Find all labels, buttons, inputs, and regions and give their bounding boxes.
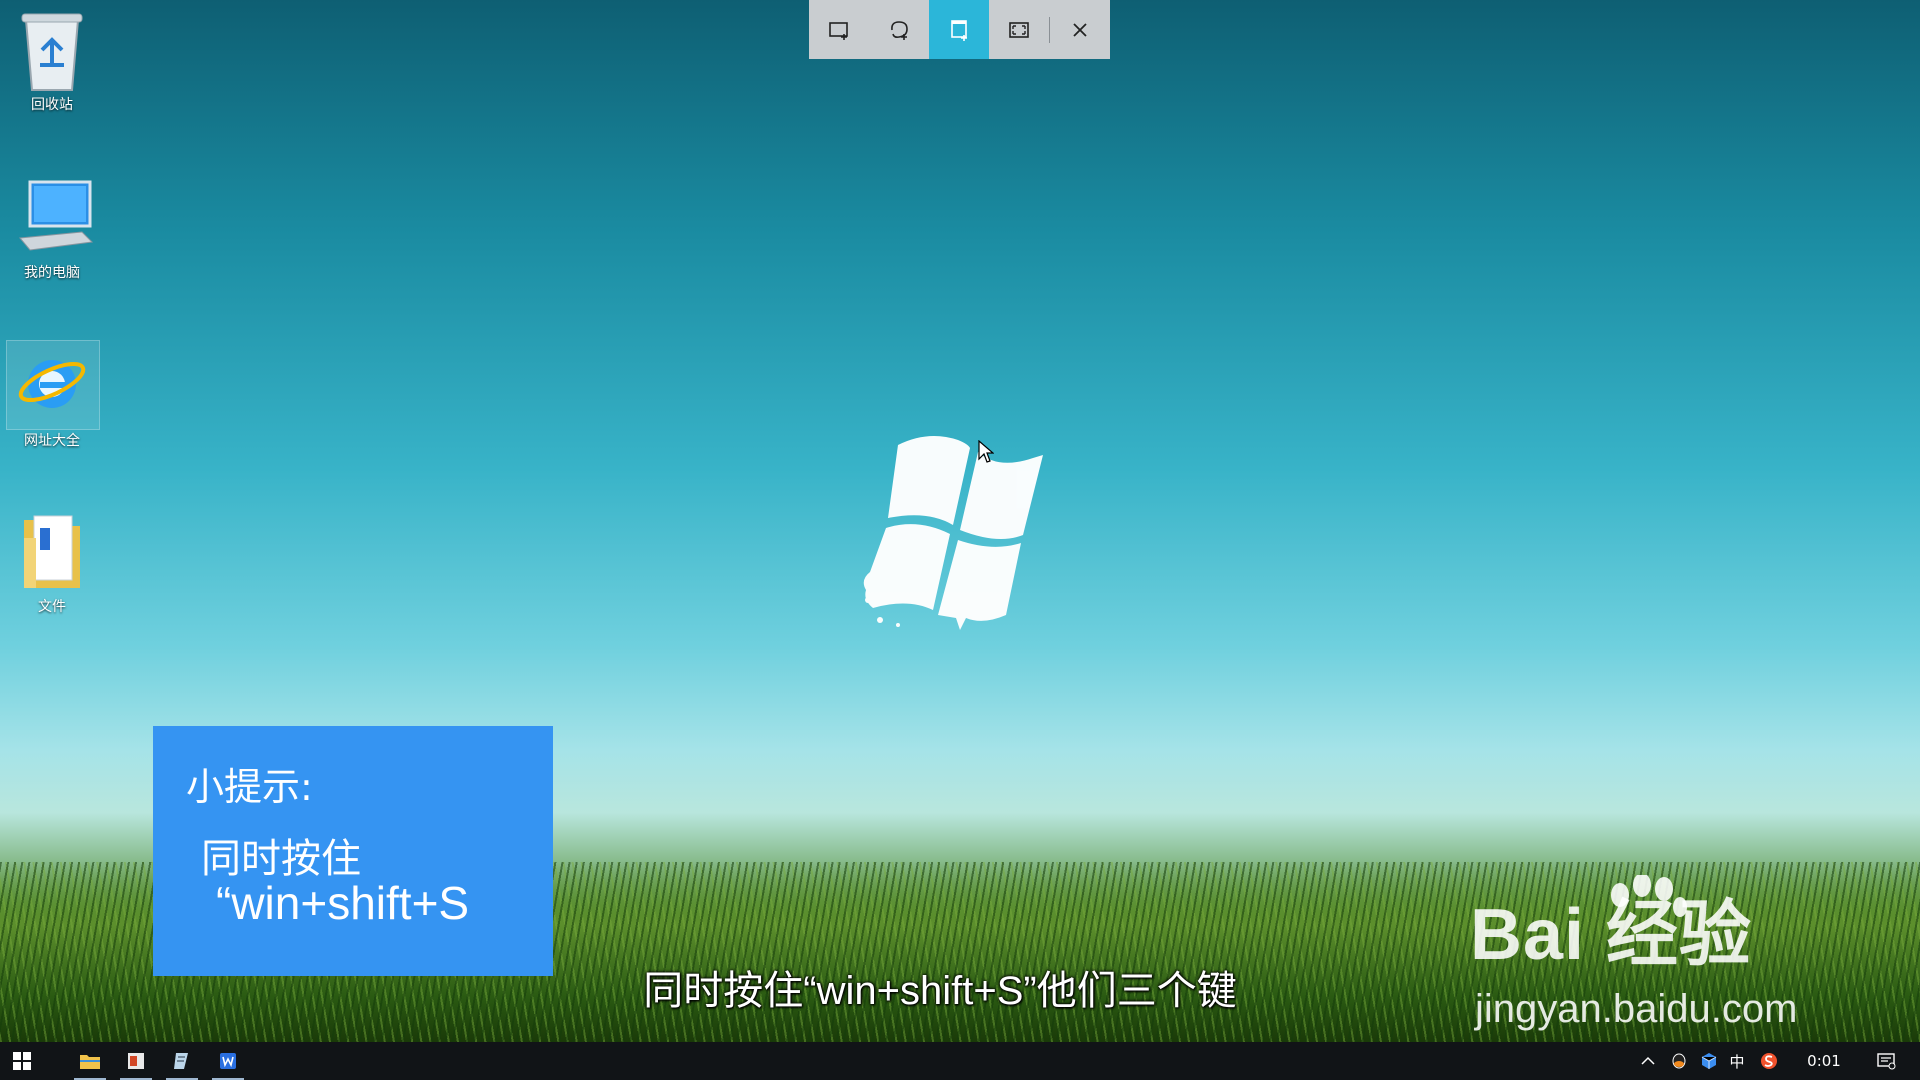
tip-heading: 小提示:: [186, 765, 313, 809]
chevron-up-icon: [1641, 1056, 1655, 1065]
subtitle-text: 同时按住“win+shift+S”他们三个键: [643, 969, 1237, 1013]
desktop-icon-label: 网址大全: [24, 433, 80, 449]
office-icon: [128, 1053, 144, 1069]
notepad-icon: [174, 1053, 188, 1069]
close-snip-button[interactable]: [1050, 0, 1110, 59]
cube-icon: [1701, 1053, 1717, 1069]
tray-qq[interactable]: [1666, 1042, 1692, 1080]
tray-clock[interactable]: 0:01: [1796, 1042, 1852, 1080]
fullscreen-snip-icon: [1009, 21, 1029, 38]
desktop-icon-folder[interactable]: 文件: [8, 512, 96, 616]
desktop-icon-label: 回收站: [31, 97, 73, 113]
desktop: 回收站 我的电脑 网址大全 文件 小提示: 同时按住 “win+shift+S …: [0, 0, 1920, 1042]
wps-writer-icon: [220, 1053, 236, 1069]
start-button[interactable]: [0, 1042, 44, 1080]
taskbar-file-explorer[interactable]: [70, 1042, 110, 1080]
baidu-watermark: Bai 经验 jingyan.baidu.com: [1470, 875, 1830, 1035]
mouse-cursor-icon: [978, 439, 995, 468]
sogou-icon: [1761, 1053, 1777, 1069]
ime-indicator: 中: [1729, 1052, 1745, 1071]
tip-box: 小提示: 同时按住 “win+shift+S: [153, 726, 553, 976]
file-explorer-icon: [80, 1055, 100, 1069]
desktop-icon-label: 文件: [38, 599, 66, 615]
desktop-icon-recycle-bin[interactable]: 回收站: [8, 10, 96, 114]
notification-icon: [1877, 1053, 1896, 1070]
qq-icon: [1672, 1053, 1686, 1069]
window-snip-button[interactable]: [929, 0, 989, 59]
freeform-snip-icon: [891, 20, 908, 40]
taskbar: 中 0:01: [0, 1042, 1920, 1080]
tray-sogou[interactable]: [1756, 1042, 1782, 1080]
computer-icon: [16, 178, 94, 256]
rectangular-snip-icon: [829, 21, 848, 40]
desktop-icon-my-computer[interactable]: 我的电脑: [8, 178, 96, 282]
windows-logo: [858, 430, 1078, 640]
watermark-url: jingyan.baidu.com: [1475, 987, 1798, 1031]
tray-ime[interactable]: 中: [1724, 1042, 1750, 1080]
desktop-icon-label: 我的电脑: [24, 265, 80, 281]
folder-icon: [16, 512, 88, 590]
close-icon: [1073, 22, 1087, 37]
recycle-bin-icon: [16, 10, 88, 91]
taskbar-wps-writer[interactable]: [208, 1042, 248, 1080]
desktop-icon-ie[interactable]: 网址大全: [6, 340, 100, 450]
action-center-button[interactable]: [1866, 1042, 1906, 1080]
tip-line-2: “win+shift+S: [216, 877, 470, 929]
tray-overflow-button[interactable]: [1636, 1042, 1660, 1080]
tray-network[interactable]: [1696, 1042, 1722, 1080]
rectangular-snip-button[interactable]: [809, 0, 869, 59]
start-icon: [13, 1052, 31, 1070]
freeform-snip-button[interactable]: [869, 0, 929, 59]
clock-time: 0:01: [1807, 1052, 1841, 1070]
taskbar-notepad[interactable]: [162, 1042, 202, 1080]
window-snip-icon: [951, 19, 967, 41]
taskbar-office[interactable]: [116, 1042, 156, 1080]
fullscreen-snip-button[interactable]: [989, 0, 1049, 59]
paw-icon: [1611, 875, 1687, 917]
ie-browser-icon: [16, 346, 88, 424]
snip-toolbar: [809, 0, 1110, 59]
